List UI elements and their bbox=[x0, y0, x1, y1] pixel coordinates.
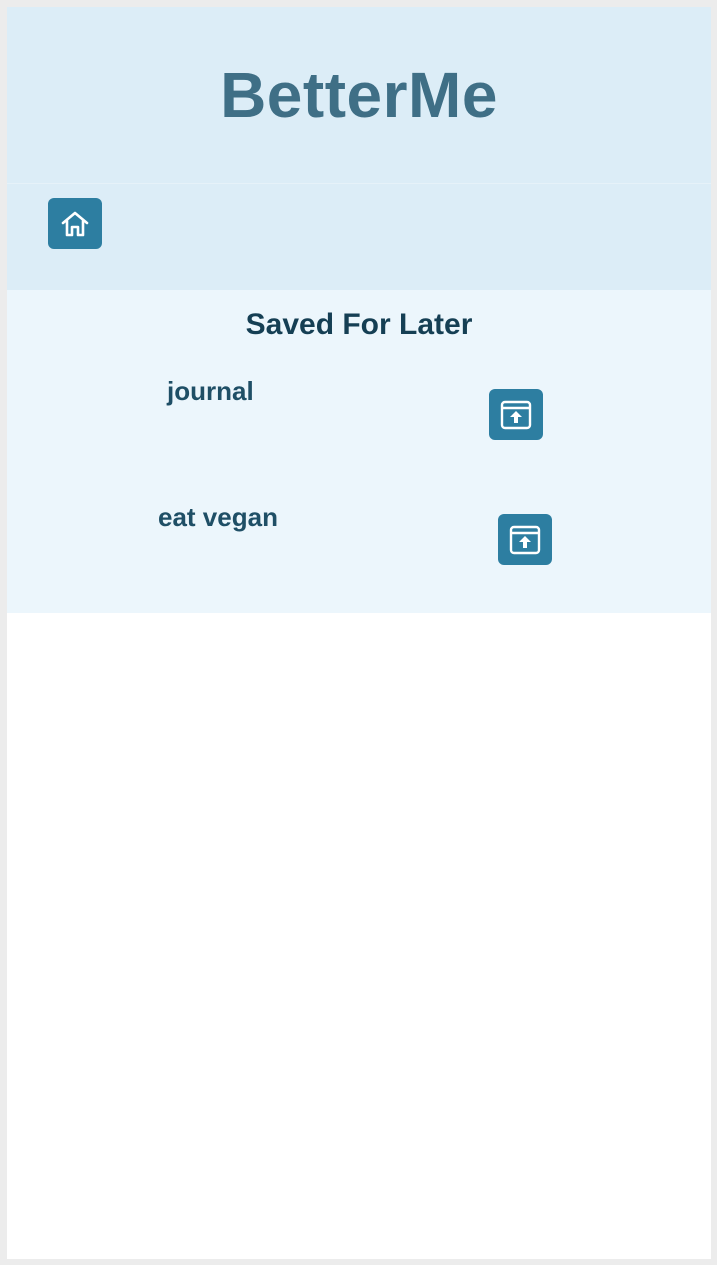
app-title: BetterMe bbox=[220, 59, 498, 131]
nav-bar bbox=[7, 184, 711, 290]
section-title: Saved For Later bbox=[245, 308, 473, 341]
app-frame: BetterMe Saved For Later journal eat veg… bbox=[7, 7, 711, 1259]
home-button[interactable] bbox=[48, 198, 102, 249]
unarchive-icon bbox=[499, 399, 533, 431]
saved-for-later-section: Saved For Later journal eat vegan bbox=[7, 290, 711, 613]
item-label: eat vegan bbox=[158, 502, 278, 532]
home-icon bbox=[59, 209, 91, 239]
unarchive-button[interactable] bbox=[498, 514, 552, 565]
unarchive-icon bbox=[508, 524, 542, 556]
item-label: journal bbox=[167, 376, 254, 406]
app-header: BetterMe bbox=[7, 7, 711, 184]
unarchive-button[interactable] bbox=[489, 389, 543, 440]
